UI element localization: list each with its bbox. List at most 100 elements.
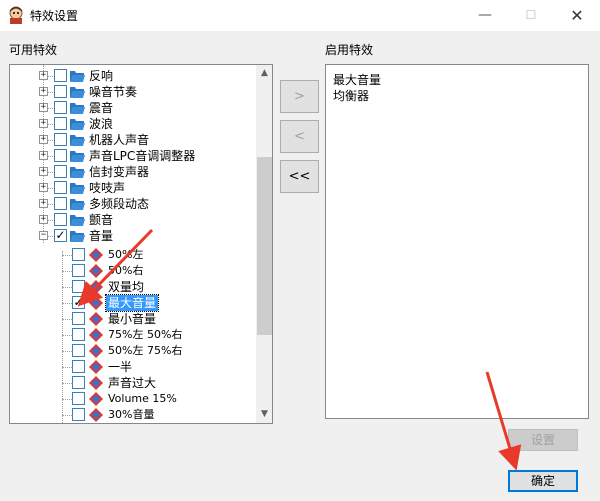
tree-folder-label: 机器人声音 (89, 133, 150, 147)
folder-open-icon (70, 103, 85, 114)
effect-diamond-icon (89, 360, 103, 374)
effect-label: 30%音量 (108, 408, 155, 421)
expand-icon[interactable]: + (39, 87, 48, 96)
effect-checkbox[interactable] (72, 392, 85, 405)
effect-checkbox[interactable] (72, 264, 85, 277)
collapse-icon[interactable]: − (39, 231, 48, 240)
expand-icon[interactable]: + (39, 183, 48, 192)
effect-label: 50%左 (108, 248, 144, 261)
maximize-button[interactable]: ☐ (508, 0, 554, 31)
enabled-effects-list[interactable]: 最大音量 均衡器 (325, 64, 589, 419)
tree-item-effect[interactable]: 50%右 (10, 263, 256, 279)
expand-icon[interactable]: + (39, 135, 48, 144)
effect-checkbox[interactable] (72, 312, 85, 325)
tree-folder-label: 反响 (89, 69, 114, 83)
folder-checkbox[interactable] (54, 149, 67, 162)
tree-folder-envelope[interactable]: + 信封变声器 (10, 164, 256, 180)
folder-checkbox[interactable] (54, 85, 67, 98)
folder-checkbox[interactable]: ✓ (54, 229, 67, 242)
available-effects-tree[interactable]: + 反响 + 噪音节奏 + 震音 + 波浪 + 机器人声音 + 声音LPC音调调… (9, 64, 273, 424)
effect-checkbox[interactable] (72, 376, 85, 389)
enabled-item[interactable]: 最大音量 (333, 71, 381, 88)
close-button[interactable]: ✕ (554, 0, 600, 31)
folder-open-icon (70, 135, 85, 146)
folder-open-icon (70, 167, 85, 178)
expand-icon[interactable]: + (39, 103, 48, 112)
effect-checkbox[interactable] (72, 360, 85, 373)
expand-icon[interactable]: + (39, 71, 48, 80)
tree-folder-noise-rhythm[interactable]: + 噪音节奏 (10, 84, 256, 100)
remove-effect-button[interactable]: < (280, 120, 319, 153)
expand-icon[interactable]: + (39, 199, 48, 208)
effect-diamond-icon (89, 264, 103, 278)
title-bar: 特效设置 — ☐ ✕ (0, 0, 600, 31)
tree-item-effect-selected[interactable]: ✓ 最大音量 (10, 294, 256, 312)
effect-checkbox[interactable] (72, 344, 85, 357)
effect-checkbox[interactable] (72, 408, 85, 421)
tree-line (62, 367, 72, 368)
scroll-thumb[interactable] (257, 157, 272, 335)
tree-folder-volume[interactable]: − ✓ 音量 (10, 228, 256, 244)
folder-checkbox[interactable] (54, 69, 67, 82)
effect-diamond-icon (89, 280, 103, 294)
tree-folder-reverb[interactable]: + 反响 (10, 68, 256, 84)
tree-folder-lpc-pitch[interactable]: + 声音LPC音调调整器 (10, 148, 256, 164)
folder-checkbox[interactable] (54, 181, 67, 194)
tree-item-effect[interactable]: 30%音量 (10, 407, 256, 423)
settings-button[interactable]: 设置 (508, 429, 578, 451)
effect-label: 50%左 75%右 (108, 344, 183, 357)
effect-diamond-icon (89, 344, 103, 358)
tree-folder-label: 吱吱声 (89, 181, 126, 195)
tree-item-effect[interactable]: 声音过大 (10, 375, 256, 391)
effect-label: 75%左 50%右 (108, 328, 183, 341)
effect-checkbox[interactable] (72, 248, 85, 261)
scroll-up-icon[interactable]: ▲ (256, 65, 272, 82)
folder-open-icon (70, 183, 85, 194)
tree-folder-robot-voice[interactable]: + 机器人声音 (10, 132, 256, 148)
folder-checkbox[interactable] (54, 133, 67, 146)
tree-folder-squeak[interactable]: + 吱吱声 (10, 180, 256, 196)
scroll-down-icon[interactable]: ▼ (256, 406, 272, 423)
tree-line (62, 383, 72, 384)
effect-label: 双量均 (108, 280, 145, 294)
folder-checkbox[interactable] (54, 165, 67, 178)
tree-folder-label: 声音LPC音调调整器 (89, 149, 196, 163)
expand-icon[interactable]: + (39, 151, 48, 160)
effect-label: 声音过大 (108, 376, 157, 390)
expand-icon[interactable]: + (39, 119, 48, 128)
enabled-item[interactable]: 均衡器 (333, 87, 369, 104)
minimize-button[interactable]: — (462, 0, 508, 31)
ok-button[interactable]: 确定 (508, 470, 578, 492)
tree-folder-wave[interactable]: + 波浪 (10, 116, 256, 132)
tree-item-effect[interactable]: 最小音量 (10, 311, 256, 327)
expand-icon[interactable]: + (39, 215, 48, 224)
tree-line (62, 335, 72, 336)
folder-checkbox[interactable] (54, 117, 67, 130)
tree-folder-tremolo[interactable]: + 震音 (10, 100, 256, 116)
effect-checkbox[interactable]: ✓ (72, 296, 85, 309)
folder-checkbox[interactable] (54, 101, 67, 114)
tree-item-effect[interactable]: 50%左 (10, 247, 256, 263)
tree-item-effect[interactable]: 双量均 (10, 279, 256, 295)
add-effect-button[interactable]: > (280, 80, 319, 113)
tree-item-effect[interactable]: Volume 15% (10, 391, 256, 407)
tree-folder-multiband[interactable]: + 多频段动态 (10, 196, 256, 212)
remove-all-button[interactable]: << (280, 160, 319, 193)
expand-icon[interactable]: + (39, 167, 48, 176)
folder-open-icon (70, 71, 85, 82)
effect-checkbox[interactable] (72, 328, 85, 341)
available-effects-label: 可用特效 (9, 43, 58, 57)
folder-checkbox[interactable] (54, 197, 67, 210)
tree-item-effect[interactable]: 50%左 75%右 (10, 343, 256, 359)
window-title: 特效设置 (30, 9, 79, 23)
tree-item-effect[interactable]: 75%左 50%右 (10, 327, 256, 343)
tree-line (62, 415, 72, 416)
effect-checkbox[interactable] (72, 280, 85, 293)
tree-scrollbar[interactable]: ▲ ▼ (256, 65, 272, 423)
tree-folder-label: 多频段动态 (89, 197, 150, 211)
tree-item-effect[interactable]: 一半 (10, 359, 256, 375)
folder-open-icon (70, 151, 85, 162)
folder-checkbox[interactable] (54, 213, 67, 226)
tree-line (62, 399, 72, 400)
tree-folder-vibrato[interactable]: + 颤音 (10, 212, 256, 228)
